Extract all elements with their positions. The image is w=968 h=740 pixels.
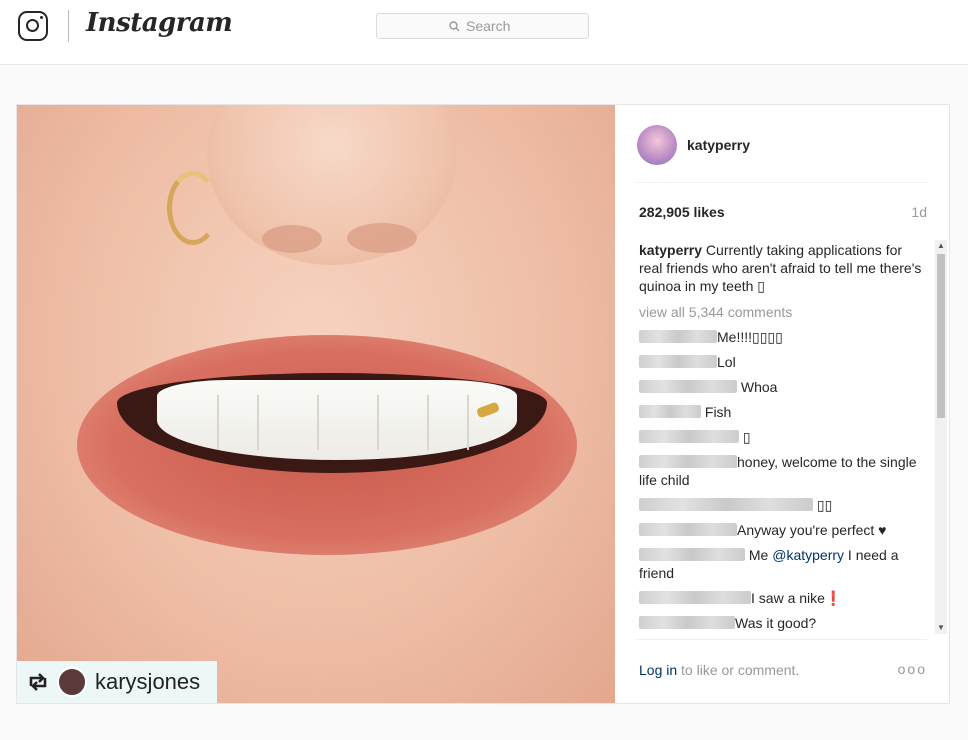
post-header: katyperry [637, 125, 750, 165]
instagram-wordmark[interactable]: Instagram [86, 8, 233, 38]
comment: Me!!!!▯▯▯▯ [639, 328, 929, 346]
comment-text: Me!!!!▯▯▯▯ [717, 329, 783, 345]
login-link[interactable]: Log in [639, 662, 677, 678]
login-prompt-text: to like or comment. [677, 662, 800, 678]
photo-tooth-gap [427, 395, 429, 450]
photo-tooth-gap [217, 395, 219, 450]
comment: honey, welcome to the single life child [639, 453, 929, 489]
comment: Anyway you're perfect ♥ [639, 521, 929, 539]
search-box[interactable] [376, 13, 589, 39]
mention-link[interactable]: @katyperry [772, 547, 844, 563]
author-avatar[interactable] [637, 125, 677, 165]
search-input[interactable] [466, 18, 516, 34]
blurred-username [639, 548, 745, 561]
post-age[interactable]: 1d [911, 204, 927, 220]
comment: Was it good? [639, 614, 929, 632]
comment: Me @katyperry I need a friend [639, 546, 929, 582]
comment-text: I saw a nike❗ [751, 590, 843, 606]
comment-text: Fish [701, 404, 732, 420]
blurred-username [639, 523, 737, 536]
comment: I saw a nike❗ [639, 589, 929, 607]
photo-nose-ring [167, 171, 219, 245]
repost-badge: karysjones [17, 661, 217, 703]
comment: ▯ [639, 428, 929, 446]
comment: Lol [639, 353, 929, 371]
likes-count[interactable]: 282,905 likes [639, 204, 725, 220]
caption: katyperry Currently taking applications … [639, 241, 929, 295]
more-options-icon[interactable]: ooo [898, 661, 927, 677]
view-all-comments-link[interactable]: view all 5,344 comments [639, 303, 929, 321]
blurred-username [639, 455, 737, 468]
logo-divider [68, 10, 69, 42]
comment-text: Anyway you're perfect ♥ [737, 522, 887, 538]
blurred-username [639, 405, 701, 418]
comments-list: katyperry Currently taking applications … [639, 241, 929, 633]
caption-username[interactable]: katyperry [639, 242, 702, 258]
instagram-camera-icon[interactable] [18, 11, 48, 41]
comment-text: Me [745, 547, 773, 563]
repost-username: karysjones [95, 669, 201, 694]
repost-avatar [57, 667, 87, 697]
blurred-username [639, 430, 739, 443]
post-card: karysjones katyperry 282,905 likes 1d ka… [16, 104, 950, 704]
photo-tooth-gap [317, 395, 319, 450]
search-icon [449, 20, 460, 31]
post-photo[interactable]: karysjones [17, 105, 615, 703]
photo-teeth [157, 380, 517, 460]
comment-text: ▯ [739, 429, 751, 445]
blurred-username [639, 616, 735, 629]
scroll-up-arrow[interactable]: ▲ [935, 240, 947, 252]
divider [637, 182, 927, 183]
photo-nostril-left [262, 225, 322, 253]
photo-nose [207, 105, 457, 265]
scroll-down-arrow[interactable]: ▼ [935, 622, 947, 634]
comment: ▯▯ [639, 496, 929, 514]
scroll-thumb[interactable] [937, 254, 945, 418]
comment-text: Was it good? [735, 615, 817, 631]
blurred-username [639, 498, 813, 511]
blurred-username [639, 330, 717, 343]
blurred-username [639, 355, 717, 368]
photo-tooth-gap [257, 395, 259, 450]
blurred-username [639, 380, 737, 393]
top-bar: Instagram [0, 0, 968, 65]
comment-text: Whoa [737, 379, 778, 395]
repost-icon [29, 673, 47, 691]
post-sidebar: katyperry 282,905 likes 1d katyperry Cur… [615, 105, 949, 703]
photo-tooth-gap [377, 395, 379, 450]
comment: Fish [639, 403, 929, 421]
blurred-username [639, 591, 751, 604]
comment-text: Lol [717, 354, 736, 370]
author-username[interactable]: katyperry [687, 137, 750, 153]
comment: Whoa [639, 378, 929, 396]
login-prompt: Log in to like or comment. [639, 662, 799, 678]
comments-scrollbar[interactable]: ▲ ▼ [935, 240, 947, 634]
photo-tooth-gap [467, 395, 469, 450]
photo-nostril-right [347, 223, 417, 253]
comment-text: ▯▯ [813, 497, 833, 513]
divider [637, 639, 927, 640]
